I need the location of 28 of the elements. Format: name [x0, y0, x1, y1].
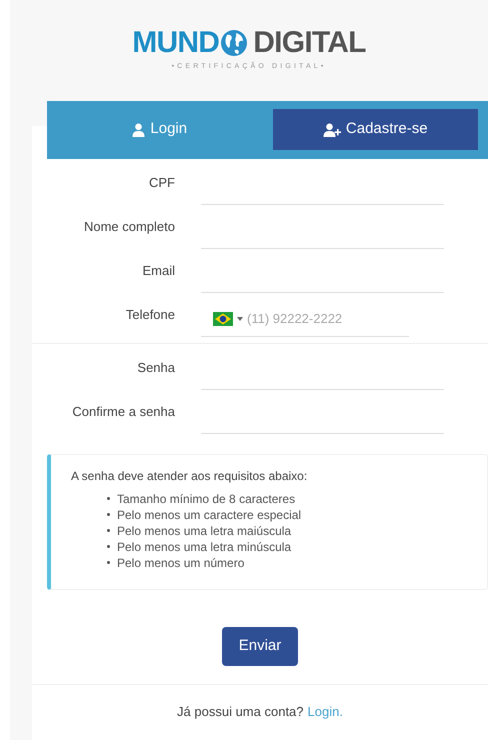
brazil-flag-icon[interactable]	[213, 312, 233, 326]
logo-word: MUND	[132, 28, 220, 58]
requirement-item: Pelo menos um caractere especial	[117, 506, 302, 522]
field-label: CPF	[148, 174, 175, 192]
bullet-icon	[107, 561, 110, 564]
user-icon	[132, 122, 146, 136]
tab[interactable]: Cadastre-se	[272, 109, 478, 150]
field-label: Confirme a senha	[71, 403, 175, 421]
phone-field[interactable]: (11) 92222-2222	[247, 309, 367, 329]
footer-text: Já possui uma conta?	[177, 702, 304, 721]
caret-icon[interactable]	[237, 317, 243, 321]
submit-button[interactable]: Enviar	[222, 626, 298, 666]
requirement-item: Pelo menos uma letra maiúscula	[117, 522, 292, 538]
field-label: Telefone	[124, 306, 175, 324]
field-label: Email	[141, 262, 175, 280]
field-label: Nome completo	[82, 218, 175, 236]
requirement-item: Pelo menos uma letra minúscula	[117, 538, 292, 554]
user-plus-icon	[322, 122, 341, 136]
globe-icon	[219, 28, 250, 58]
bullet-icon	[107, 513, 110, 516]
bullet-icon	[107, 529, 110, 532]
requirement-item: Tamanho mínimo de 8 caracteres	[117, 490, 296, 506]
requirement-item: Pelo menos um número	[117, 554, 244, 570]
field-label: Senha	[136, 359, 175, 377]
requirements-title: A senha deve atender aos requisitos abaixo:	[71, 468, 308, 484]
bullet-icon	[107, 545, 110, 548]
bullet-icon	[107, 497, 110, 500]
logo-word: DIGITAL	[253, 28, 366, 58]
